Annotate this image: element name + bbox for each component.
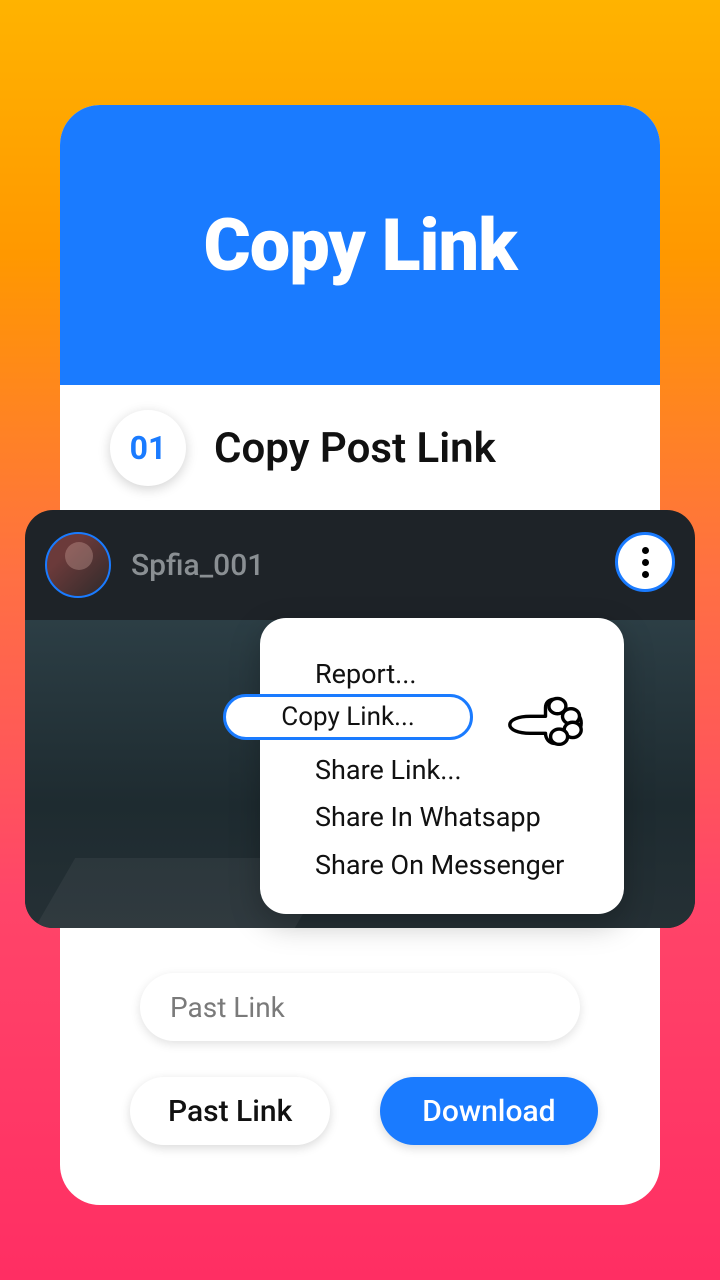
header: Copy Link: [60, 105, 660, 385]
pointing-hand-icon: [503, 683, 588, 753]
popup-item-share-whatsapp[interactable]: Share In Whatsapp: [315, 799, 614, 837]
post-header: Spfia_001: [25, 510, 695, 620]
past-link-button[interactable]: Past Link: [130, 1077, 330, 1145]
link-input[interactable]: Past Link: [140, 973, 580, 1041]
header-title: Copy Link: [204, 203, 517, 288]
options-popup: Report... x Share Link... Share In Whats…: [260, 618, 624, 914]
past-link-label: Past Link: [168, 1094, 292, 1129]
dot-icon: [642, 571, 649, 578]
step-row: 01 Copy Post Link: [60, 385, 660, 511]
step-title: Copy Post Link: [214, 424, 496, 473]
link-input-placeholder: Past Link: [170, 991, 285, 1024]
dot-icon: [642, 547, 649, 554]
popup-item-copy-link[interactable]: Copy Link...: [223, 694, 473, 740]
username: Spfia_001: [131, 548, 264, 583]
dot-icon: [642, 559, 649, 566]
download-button[interactable]: Download: [380, 1077, 597, 1145]
download-label: Download: [422, 1094, 555, 1129]
avatar: [45, 532, 111, 598]
button-row: Past Link Download: [130, 1077, 650, 1145]
step-number-badge: 01: [110, 410, 186, 486]
popup-item-share-messenger[interactable]: Share On Messenger: [315, 847, 614, 885]
copy-link-label: Copy Link...: [281, 702, 414, 732]
more-options-button[interactable]: [615, 532, 675, 592]
popup-item-share-link[interactable]: Share Link...: [315, 752, 614, 790]
